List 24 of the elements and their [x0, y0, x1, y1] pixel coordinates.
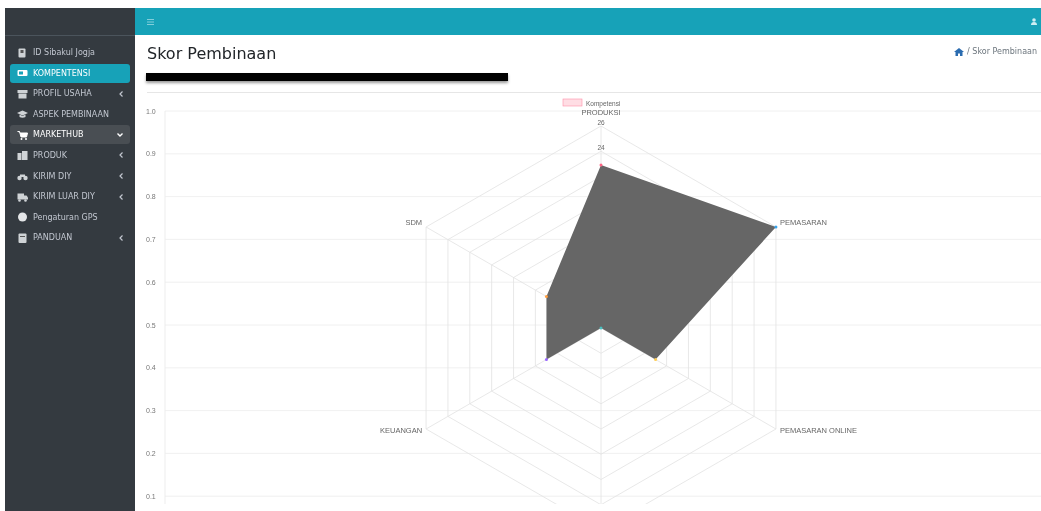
- user-icon[interactable]: [1031, 18, 1037, 25]
- menu-icon[interactable]: [147, 18, 154, 25]
- store-icon: [17, 88, 28, 99]
- sidebar-item[interactable]: PRODUK: [10, 145, 130, 165]
- id-card-icon: [17, 47, 28, 58]
- sidebar-item[interactable]: ID Sibakul Jogja: [10, 43, 130, 62]
- sidebar-item[interactable]: KIRIM DIY: [10, 166, 130, 186]
- building-icon: [17, 150, 28, 161]
- graduation-cap-icon: [17, 109, 28, 120]
- sidebar-item[interactable]: PROFIL USAHA: [10, 84, 130, 104]
- home-icon[interactable]: [954, 47, 965, 56]
- sidebar-item[interactable]: KIRIM LUAR DIY: [10, 187, 130, 207]
- card-icon: [17, 68, 28, 79]
- sidebar-item[interactable]: ASPEK PEMBINAAN: [10, 104, 130, 124]
- breadcrumb-text: / Skor Pembinaan: [967, 47, 1037, 56]
- circle-icon: [17, 212, 28, 223]
- sidebar-item[interactable]: Pengaturan GPS: [10, 207, 130, 227]
- page-title: Skor Pembinaan: [147, 44, 277, 63]
- cart-icon: [17, 129, 28, 140]
- truck-icon: [17, 191, 28, 202]
- sidebar-item[interactable]: PANDUAN: [10, 228, 130, 248]
- legend-swatch: [562, 98, 583, 107]
- book-icon: [17, 232, 28, 243]
- sidebar-item[interactable]: MARKETHUB: [10, 125, 130, 145]
